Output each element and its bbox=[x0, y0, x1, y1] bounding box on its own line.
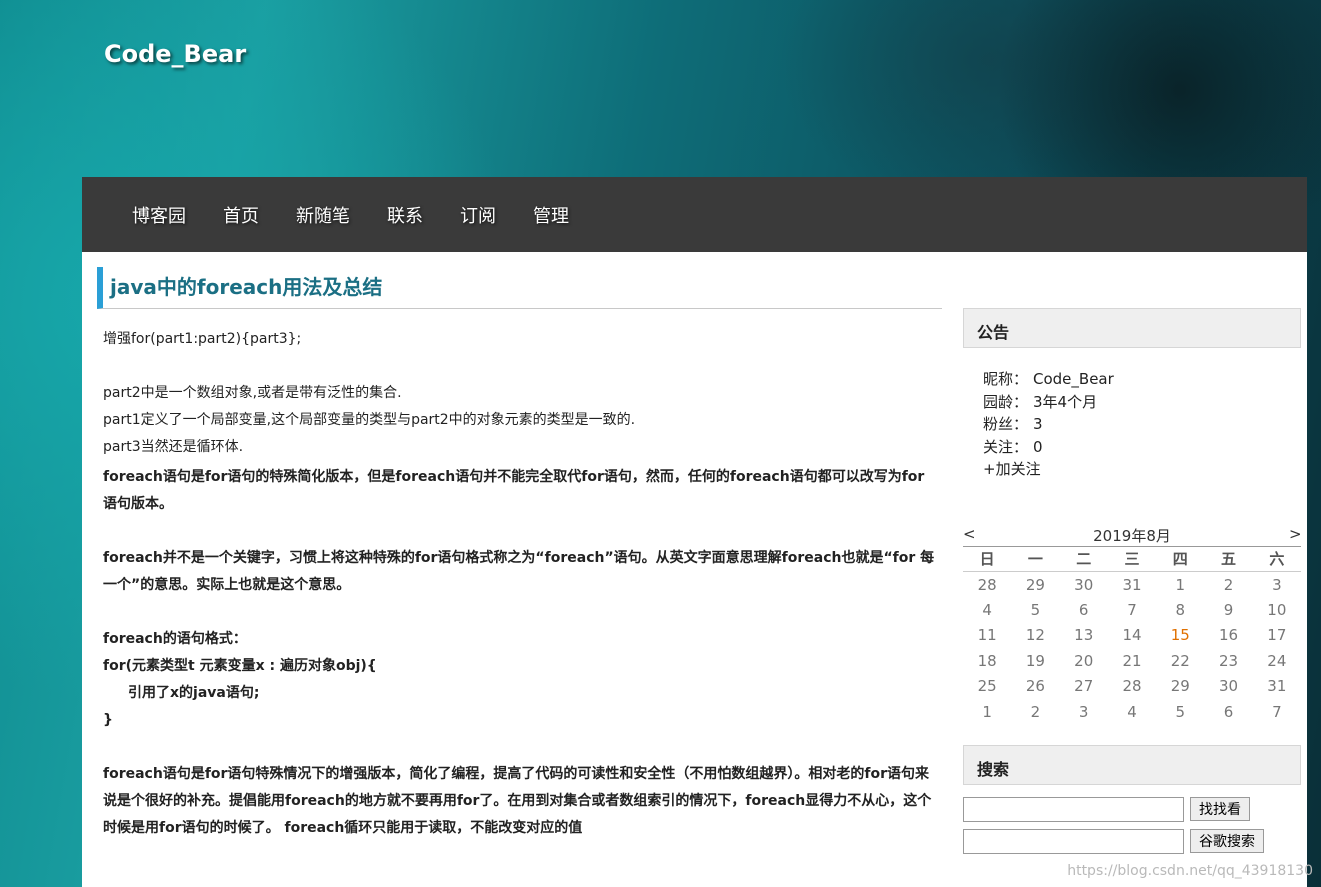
calendar-day[interactable]: 7 bbox=[1253, 699, 1301, 725]
sidebar: 公告 昵称： Code_Bear 园龄： 3年4个月 粉丝： 3 关注： 0 +加关注 … bbox=[963, 308, 1302, 854]
calendar-day[interactable]: 8 bbox=[1156, 597, 1204, 623]
calendar: < 2019年8月 > 日一二三四五六 28 29 30 31 1 2 3 4 5 6 7 8 9 10 1… bbox=[963, 525, 1302, 725]
calendar-day[interactable]: 4 bbox=[1108, 699, 1156, 725]
calendar-grid: 日一二三四五六 28 29 30 31 1 2 3 4 5 6 7 8 9 10 11 12 13 14 15 16 1… bbox=[963, 546, 1301, 725]
calendar-weekday: 四 bbox=[1156, 546, 1205, 572]
calendar-day[interactable]: 4 bbox=[963, 597, 1011, 623]
code-line: for(元素类型t 元素变量x : 遍历对象obj){ bbox=[103, 658, 377, 674]
calendar-day[interactable]: 26 bbox=[1011, 674, 1059, 700]
age-label: 园龄： bbox=[983, 392, 1029, 411]
notice-heading: 公告 bbox=[963, 308, 1301, 348]
fans-label: 粉丝： bbox=[983, 415, 1029, 433]
calendar-day[interactable]: 21 bbox=[1108, 648, 1156, 674]
calendar-prev-button[interactable]: < bbox=[963, 525, 976, 546]
search-box: 搜索 找找看 谷歌搜索 bbox=[963, 744, 1301, 854]
calendar-day[interactable]: 1 bbox=[963, 699, 1011, 725]
calendar-header: < 2019年8月 > bbox=[963, 525, 1302, 547]
post-line: part3当然还是循环体. bbox=[103, 439, 244, 455]
add-follow-link[interactable]: +加关注 bbox=[983, 458, 1301, 481]
calendar-day[interactable]: 19 bbox=[1011, 648, 1059, 674]
calendar-weekday: 一 bbox=[1011, 546, 1060, 572]
nick-value[interactable]: Code_Bear bbox=[1033, 370, 1114, 388]
post-paragraph: foreach并不是一个关键字，习惯上将这种特殊的for语句格式称之为“fore… bbox=[103, 550, 935, 593]
calendar-day[interactable]: 5 bbox=[1011, 597, 1059, 623]
follow-value[interactable]: 0 bbox=[1033, 438, 1043, 456]
search-button[interactable]: 找找看 bbox=[1190, 797, 1250, 821]
calendar-month: 2019年8月 bbox=[1093, 526, 1171, 545]
calendar-day[interactable]: 24 bbox=[1253, 648, 1301, 674]
post-line: part2中是一个数组对象,或者是带有泛性的集合. bbox=[103, 385, 402, 401]
calendar-day[interactable]: 9 bbox=[1204, 597, 1252, 623]
nav-item-new-post[interactable]: 新随笔 bbox=[296, 202, 350, 228]
calendar-day[interactable]: 20 bbox=[1060, 648, 1108, 674]
calendar-day[interactable]: 28 bbox=[963, 572, 1011, 598]
nav-item-home[interactable]: 首页 bbox=[223, 202, 259, 228]
calendar-day[interactable]: 17 bbox=[1253, 623, 1301, 649]
post-paragraph: foreach语句是for语句特殊情况下的增强版本，简化了编程，提高了代码的可读… bbox=[103, 766, 932, 836]
calendar-day[interactable]: 25 bbox=[963, 674, 1011, 700]
nav-bar: 博客园 首页 新随笔 联系 订阅 管理 bbox=[82, 177, 1307, 252]
calendar-day[interactable]: 23 bbox=[1204, 648, 1252, 674]
calendar-weekday: 日 bbox=[963, 546, 1012, 572]
calendar-day[interactable]: 5 bbox=[1156, 699, 1204, 725]
calendar-day[interactable]: 11 bbox=[963, 623, 1011, 649]
age-value[interactable]: 3年4个月 bbox=[1033, 393, 1097, 411]
nav-item-cnblogs[interactable]: 博客园 bbox=[132, 202, 186, 228]
calendar-weekday: 五 bbox=[1204, 546, 1253, 572]
nav-item-admin[interactable]: 管理 bbox=[533, 202, 569, 228]
calendar-next-button[interactable]: > bbox=[1289, 525, 1302, 546]
fans-value[interactable]: 3 bbox=[1033, 415, 1043, 433]
calendar-day[interactable]: 30 bbox=[1204, 674, 1252, 700]
calendar-day[interactable]: 2 bbox=[1011, 699, 1059, 725]
post-paragraph: foreach语句是for语句的特殊简化版本，但是foreach语句并不能完全取… bbox=[103, 469, 925, 512]
calendar-day[interactable]: 7 bbox=[1108, 597, 1156, 623]
profile-info: 昵称： Code_Bear 园龄： 3年4个月 粉丝： 3 关注： 0 +加关注 bbox=[963, 348, 1301, 481]
google-search-button[interactable]: 谷歌搜索 bbox=[1190, 829, 1264, 853]
calendar-day[interactable]: 29 bbox=[1156, 674, 1204, 700]
follow-label: 关注： bbox=[983, 437, 1029, 456]
post-line: 增强for(part1:part2){part3}; bbox=[103, 331, 302, 347]
search-heading: 搜索 bbox=[963, 744, 1301, 785]
calendar-day[interactable]: 12 bbox=[1011, 623, 1059, 649]
nick-label: 昵称： bbox=[983, 370, 1029, 388]
post-body: 增强for(part1:part2){part3}; part2中是一个数组对象… bbox=[103, 326, 938, 842]
calendar-weekday: 六 bbox=[1252, 546, 1301, 572]
calendar-day[interactable]: 31 bbox=[1253, 674, 1301, 700]
calendar-day[interactable]: 6 bbox=[1204, 699, 1252, 725]
calendar-day[interactable]: 27 bbox=[1060, 674, 1108, 700]
calendar-day[interactable]: 31 bbox=[1108, 572, 1156, 598]
content-panel: java中的foreach用法及总结 增强for(part1:part2){pa… bbox=[82, 252, 1307, 887]
nav-item-subscribe[interactable]: 订阅 bbox=[460, 202, 496, 228]
calendar-day[interactable]: 1 bbox=[1156, 572, 1204, 598]
post-title[interactable]: java中的foreach用法及总结 bbox=[97, 267, 942, 309]
calendar-day[interactable]: 15 bbox=[1156, 623, 1204, 649]
calendar-day[interactable]: 10 bbox=[1253, 597, 1301, 623]
calendar-day[interactable]: 6 bbox=[1060, 597, 1108, 623]
google-search-input[interactable] bbox=[963, 828, 1184, 854]
calendar-day[interactable]: 2 bbox=[1204, 572, 1252, 598]
format-heading: foreach的语句格式： bbox=[103, 631, 247, 647]
calendar-day[interactable]: 22 bbox=[1156, 648, 1204, 674]
calendar-day[interactable]: 28 bbox=[1108, 674, 1156, 700]
calendar-day[interactable]: 16 bbox=[1204, 623, 1252, 649]
calendar-day[interactable]: 14 bbox=[1108, 623, 1156, 649]
calendar-day[interactable]: 13 bbox=[1060, 623, 1108, 649]
calendar-weekday: 三 bbox=[1107, 546, 1157, 572]
search-input[interactable] bbox=[963, 796, 1184, 822]
code-line: } bbox=[103, 712, 113, 728]
calendar-weekday: 二 bbox=[1059, 546, 1108, 572]
calendar-day[interactable]: 18 bbox=[963, 648, 1011, 674]
post-line: part1定义了一个局部变量,这个局部变量的类型与part2中的对象元素的类型是… bbox=[103, 412, 636, 428]
calendar-day[interactable]: 30 bbox=[1060, 572, 1108, 598]
code-line: 引用了x的java语句; bbox=[128, 685, 260, 701]
nav-item-contact[interactable]: 联系 bbox=[387, 202, 423, 228]
watermark: https://blog.csdn.net/qq_43918130 bbox=[1067, 863, 1313, 879]
calendar-day[interactable]: 3 bbox=[1253, 572, 1301, 598]
calendar-day[interactable]: 3 bbox=[1060, 699, 1108, 725]
site-title[interactable]: Code_Bear bbox=[104, 40, 246, 68]
calendar-day[interactable]: 29 bbox=[1011, 572, 1059, 598]
